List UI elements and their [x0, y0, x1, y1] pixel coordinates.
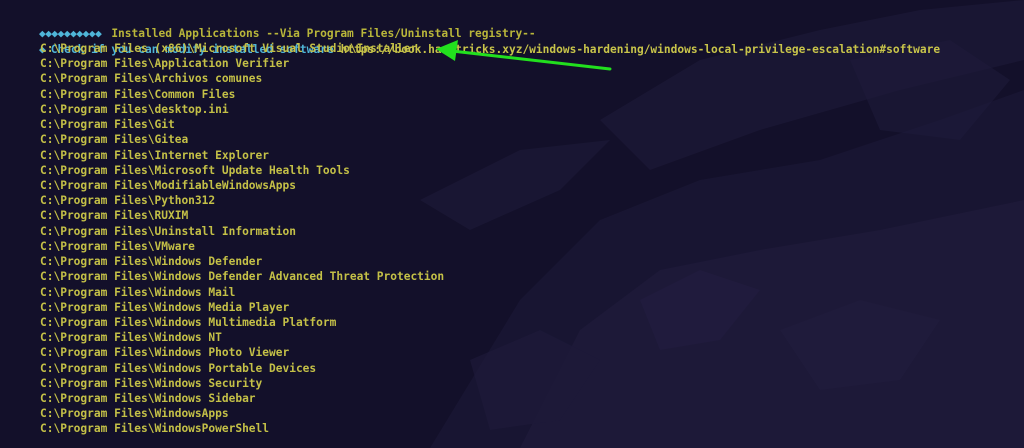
- path-list-item: C:\Program Files\Python312: [40, 194, 216, 208]
- check-hint-line: ◆ Check if you can modify installed softw…: [12, 27, 940, 56]
- path-list-item: C:\Program Files\Windows Multimedia Plat…: [40, 315, 337, 329]
- path-list-item: C:\Program Files\desktop.ini: [40, 102, 229, 116]
- path-list-item: C:\Program Files\VMware: [40, 239, 195, 253]
- terminal-window: ◆◆◆◆◆◆◆◆◆◆ Installed Applications --Via P…: [0, 0, 1024, 448]
- installed-paths-list: C:\Program Files (x86)\Microsoft Visual …: [40, 41, 444, 437]
- path-list-item: C:\Program Files\Windows Media Player: [40, 300, 290, 314]
- path-list-item: C:\Program Files\Application Verifier: [40, 57, 290, 71]
- path-list-item: C:\Program Files\Archivos comunes: [40, 72, 263, 86]
- section-header: ◆◆◆◆◆◆◆◆◆◆ Installed Applications --Via P…: [12, 11, 536, 40]
- path-list-item: C:\Program Files\Microsoft Update Health…: [40, 163, 350, 177]
- path-list-item: C:\Program Files\Gitea: [40, 133, 189, 147]
- path-list-item: C:\Program Files\Uninstall Information: [40, 224, 296, 238]
- path-list-item: C:\Program Files\Windows Defender: [40, 255, 263, 269]
- path-list-item: C:\Program Files\WindowsApps: [40, 407, 229, 421]
- path-list-item: C:\Program Files\Windows Photo Viewer: [40, 346, 290, 360]
- path-list-item: C:\Program Files\Windows Defender Advanc…: [40, 270, 445, 284]
- path-list-item: C:\Program Files\Windows Portable Device…: [40, 361, 317, 375]
- path-list-item: C:\Program Files\Windows Mail: [40, 285, 236, 299]
- path-list-item: C:\Program Files (x86)\Microsoft Visual …: [40, 42, 418, 55]
- path-list-item: C:\Program Files\ModifiableWindowsApps: [40, 178, 296, 192]
- path-list-item: C:\Program Files\Git: [40, 118, 175, 132]
- path-list-item: C:\Program Files\WindowsPowerShell: [40, 422, 270, 436]
- path-list-item: C:\Program Files\Windows Security: [40, 376, 263, 390]
- path-list-item: C:\Program Files\RUXIM: [40, 209, 189, 223]
- path-list-item: C:\Program Files\Windows Sidebar: [40, 392, 256, 406]
- path-list-item: C:\Program Files\Windows NT: [40, 331, 222, 345]
- path-list-item: C:\Program Files\Internet Explorer: [40, 148, 270, 162]
- path-list-item: C:\Program Files\Common Files: [40, 87, 236, 101]
